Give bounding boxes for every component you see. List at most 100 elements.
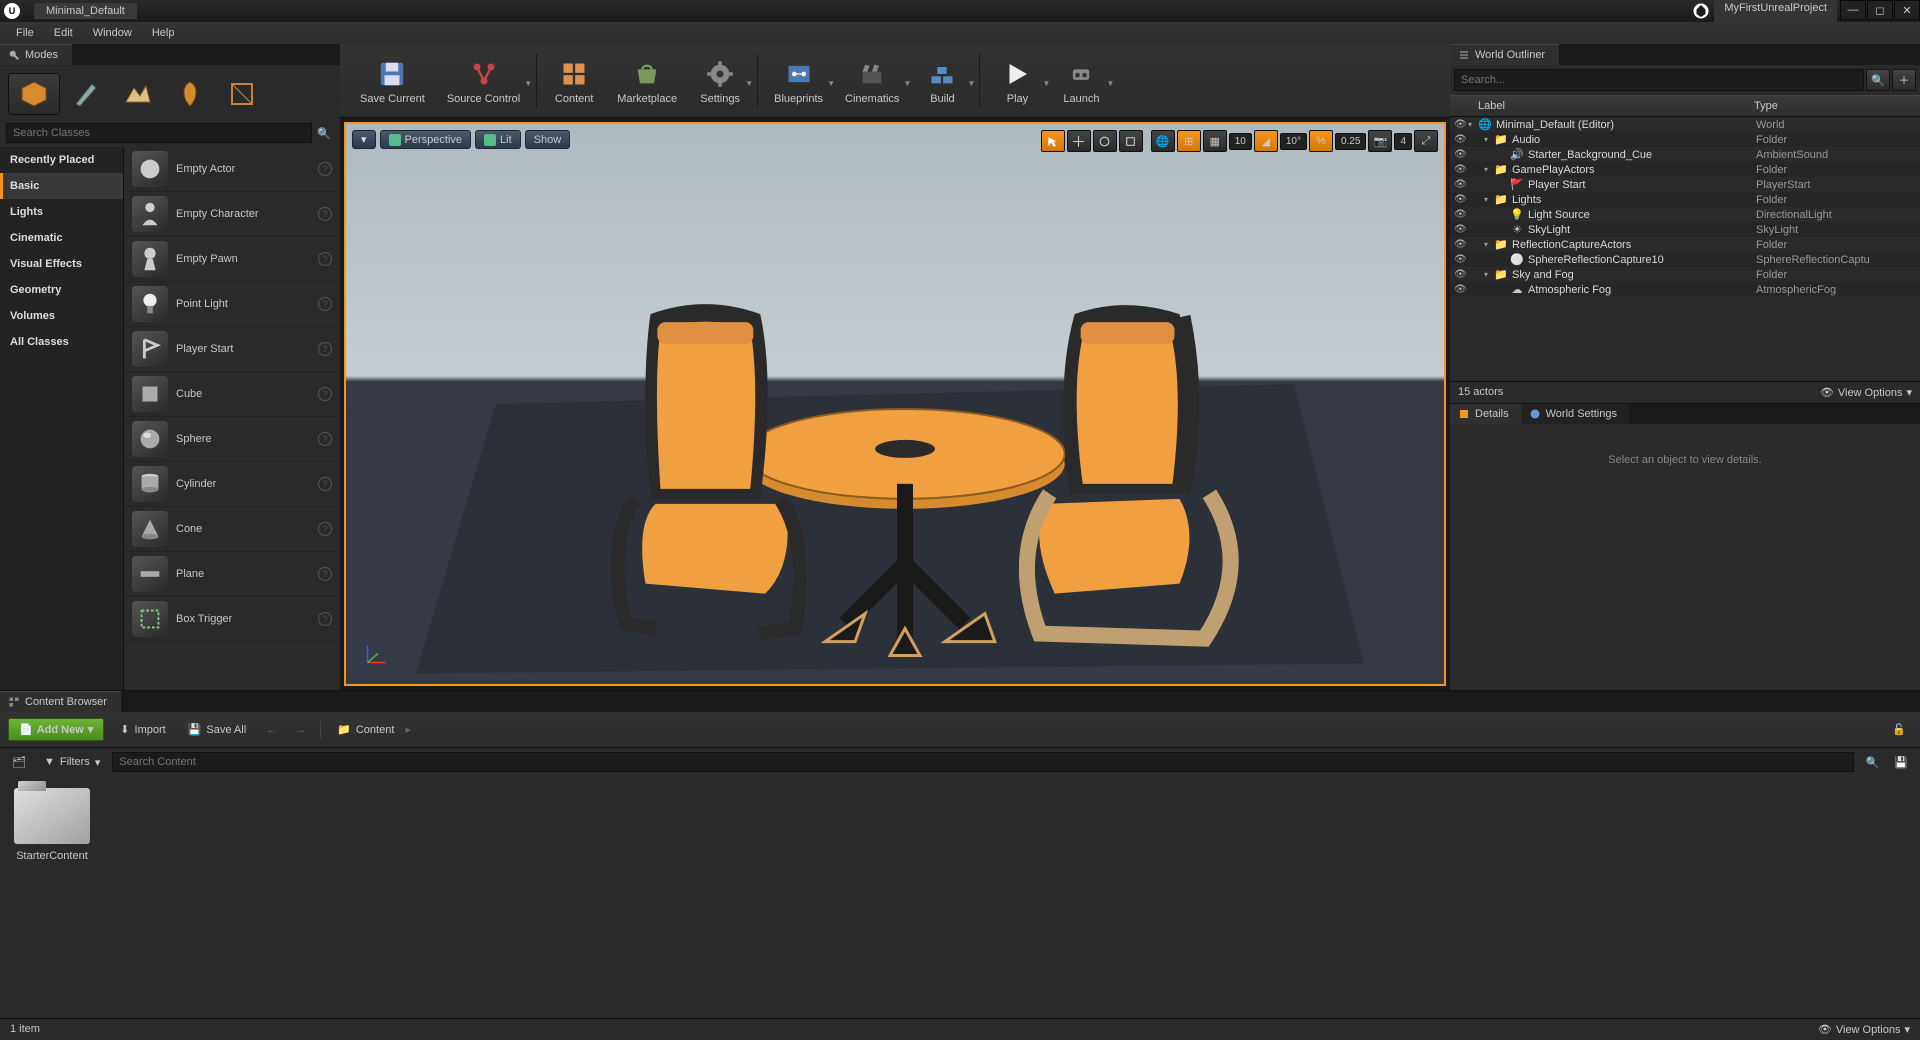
expand-icon[interactable]: ▾ bbox=[1484, 135, 1494, 144]
info-icon[interactable]: ? bbox=[318, 522, 332, 536]
angle-snap-value[interactable]: 10° bbox=[1280, 133, 1307, 150]
tree-row[interactable]: 👁▾🌐Minimal_Default (Editor)World bbox=[1450, 117, 1920, 132]
outliner-col-type[interactable]: Type bbox=[1754, 100, 1914, 112]
cb-save-button[interactable]: 💾 bbox=[1888, 753, 1914, 772]
transform-rotate-button[interactable] bbox=[1093, 130, 1117, 152]
expand-icon[interactable]: ▾ bbox=[1468, 120, 1478, 129]
lock-button[interactable]: 🔓 bbox=[1886, 720, 1912, 739]
info-icon[interactable]: ? bbox=[318, 567, 332, 581]
expand-icon[interactable]: ▾ bbox=[1484, 165, 1494, 174]
angle-snap-button[interactable]: ◢ bbox=[1254, 130, 1278, 152]
scale-snap-value[interactable]: 0.25 bbox=[1335, 133, 1366, 150]
mode-landscape[interactable] bbox=[112, 73, 164, 115]
outliner-search-input[interactable] bbox=[1454, 69, 1864, 91]
info-icon[interactable]: ? bbox=[318, 162, 332, 176]
tree-row[interactable]: 👁💡Light SourceDirectionalLight bbox=[1450, 207, 1920, 222]
grid-snap-button[interactable]: ▦ bbox=[1203, 130, 1227, 152]
place-item-cube[interactable]: Cube? bbox=[124, 372, 340, 417]
visibility-icon[interactable]: 👁 bbox=[1454, 209, 1468, 220]
place-item-player-start[interactable]: Player Start? bbox=[124, 327, 340, 372]
tree-row[interactable]: 👁🚩Player StartPlayerStart bbox=[1450, 177, 1920, 192]
place-category-basic[interactable]: Basic bbox=[0, 173, 123, 199]
add-new-button[interactable]: 📄Add New▾ bbox=[8, 718, 104, 741]
place-category-geometry[interactable]: Geometry bbox=[0, 277, 123, 303]
save-all-button[interactable]: 💾Save All bbox=[182, 720, 252, 739]
nav-back-button[interactable]: ← bbox=[262, 722, 281, 738]
tree-row[interactable]: 👁⚪SphereReflectionCapture10SphereReflect… bbox=[1450, 252, 1920, 267]
visibility-icon[interactable]: 👁 bbox=[1454, 269, 1468, 280]
cinematics-button[interactable]: Cinematics▼ bbox=[835, 49, 909, 113]
close-button[interactable]: ✕ bbox=[1894, 0, 1920, 20]
minimize-button[interactable]: — bbox=[1840, 0, 1866, 20]
outliner-tab[interactable]: World Outliner bbox=[1450, 44, 1559, 65]
expand-icon[interactable]: ▾ bbox=[1484, 240, 1494, 249]
tree-row[interactable]: 👁☁Atmospheric FogAtmosphericFog bbox=[1450, 282, 1920, 297]
visibility-icon[interactable]: 👁 bbox=[1454, 149, 1468, 160]
visibility-icon[interactable]: 👁 bbox=[1454, 119, 1468, 130]
blueprints-button[interactable]: Blueprints▼ bbox=[764, 49, 833, 113]
expand-icon[interactable]: ▾ bbox=[1484, 270, 1494, 279]
place-category-all-classes[interactable]: All Classes bbox=[0, 329, 123, 355]
tree-row[interactable]: 👁▾📁Sky and FogFolder bbox=[1450, 267, 1920, 282]
visibility-icon[interactable]: 👁 bbox=[1454, 284, 1468, 295]
visibility-icon[interactable]: 👁 bbox=[1454, 224, 1468, 235]
details-tab[interactable]: Details bbox=[1450, 404, 1521, 424]
info-icon[interactable]: ? bbox=[318, 207, 332, 221]
tree-row[interactable]: 👁▾📁ReflectionCaptureActorsFolder bbox=[1450, 237, 1920, 252]
camera-speed-value[interactable]: 4 bbox=[1394, 133, 1412, 150]
scale-snap-button[interactable]: % bbox=[1309, 130, 1333, 152]
mode-paint[interactable] bbox=[60, 73, 112, 115]
visibility-icon[interactable]: 👁 bbox=[1454, 179, 1468, 190]
visibility-icon[interactable]: 👁 bbox=[1454, 239, 1468, 250]
modes-tab[interactable]: Modes bbox=[0, 44, 72, 65]
document-tab[interactable]: Minimal_Default bbox=[34, 3, 137, 19]
viewport-maximize-button[interactable]: ⤢ bbox=[1414, 130, 1438, 152]
tree-row[interactable]: 👁▾📁LightsFolder bbox=[1450, 192, 1920, 207]
tree-row[interactable]: 👁🔊Starter_Background_CueAmbientSound bbox=[1450, 147, 1920, 162]
cb-view-options[interactable]: 👁 View Options▾ bbox=[1818, 1023, 1910, 1036]
place-item-cylinder[interactable]: Cylinder? bbox=[124, 462, 340, 507]
place-category-visual-effects[interactable]: Visual Effects bbox=[0, 251, 123, 277]
visibility-icon[interactable]: 👁 bbox=[1454, 194, 1468, 205]
mode-place[interactable] bbox=[8, 73, 60, 115]
save-current-button[interactable]: Save Current bbox=[350, 49, 435, 113]
content-search-input[interactable] bbox=[112, 752, 1854, 772]
visibility-icon[interactable]: 👁 bbox=[1454, 254, 1468, 265]
info-icon[interactable]: ? bbox=[318, 387, 332, 401]
outliner-view-options[interactable]: 👁 View Options▾ bbox=[1820, 386, 1912, 399]
place-item-empty-pawn[interactable]: Empty Pawn? bbox=[124, 237, 340, 282]
transform-select-button[interactable] bbox=[1041, 130, 1065, 152]
place-category-recently-placed[interactable]: Recently Placed bbox=[0, 147, 123, 173]
outliner-col-label[interactable]: Label bbox=[1472, 100, 1754, 112]
marketplace-button[interactable]: Marketplace bbox=[607, 49, 687, 113]
place-item-cone[interactable]: Cone? bbox=[124, 507, 340, 552]
tree-row[interactable]: 👁▾📁AudioFolder bbox=[1450, 132, 1920, 147]
sources-toggle-button[interactable]: 🗂 bbox=[6, 753, 32, 772]
maximize-button[interactable]: ◻ bbox=[1867, 0, 1893, 20]
menu-help[interactable]: Help bbox=[142, 24, 185, 42]
add-actor-button[interactable]: ＋ bbox=[1892, 69, 1916, 91]
surface-snap-button[interactable]: ⊞ bbox=[1177, 130, 1201, 152]
settings-button[interactable]: Settings▼ bbox=[689, 49, 751, 113]
info-icon[interactable]: ? bbox=[318, 297, 332, 311]
place-category-volumes[interactable]: Volumes bbox=[0, 303, 123, 329]
viewport-lit-dropdown[interactable]: Lit bbox=[475, 130, 521, 149]
menu-window[interactable]: Window bbox=[83, 24, 142, 42]
viewport[interactable]: ▾ Perspective Lit Show 🌐 ⊞ ▦ 10 ◢ 10 bbox=[344, 122, 1446, 686]
filters-dropdown[interactable]: ▼Filters▾ bbox=[38, 753, 106, 772]
info-icon[interactable]: ? bbox=[318, 477, 332, 491]
grid-snap-value[interactable]: 10 bbox=[1229, 133, 1252, 150]
place-item-point-light[interactable]: Point Light? bbox=[124, 282, 340, 327]
visibility-icon[interactable]: 👁 bbox=[1454, 134, 1468, 145]
asset-startercontent[interactable]: StarterContent bbox=[12, 788, 92, 862]
viewport-perspective-dropdown[interactable]: Perspective bbox=[380, 130, 471, 149]
camera-speed-button[interactable]: 📷 bbox=[1368, 130, 1392, 152]
content-browser-tab[interactable]: Content Browser bbox=[0, 691, 121, 712]
coord-space-button[interactable]: 🌐 bbox=[1151, 130, 1175, 152]
info-icon[interactable]: ? bbox=[318, 432, 332, 446]
content-button[interactable]: Content bbox=[543, 49, 605, 113]
place-category-lights[interactable]: Lights bbox=[0, 199, 123, 225]
import-button[interactable]: ⬇Import bbox=[114, 720, 171, 739]
source-control-button[interactable]: Source Control▼ bbox=[437, 49, 530, 113]
expand-icon[interactable]: ▾ bbox=[1484, 195, 1494, 204]
